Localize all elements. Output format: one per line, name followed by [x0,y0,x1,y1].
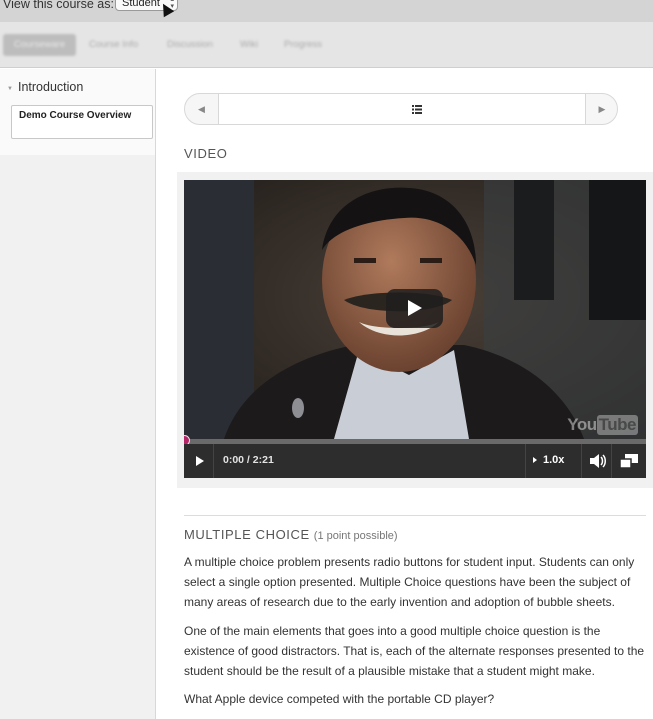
problem-description-2: One of the main elements that goes into … [184,624,645,678]
play-overlay-button[interactable] [386,289,443,328]
sequence-next-button[interactable]: ▶ [587,94,617,124]
problem-points: (1 point possible) [313,530,398,542]
speed-value: 1.0x [543,454,565,466]
course-tabs: Courseware Course Info Discussion Wiki P… [0,22,653,68]
chevron-left-icon: ◀ [198,104,205,114]
chapter-group: ▼ Introduction Demo Course Overview [0,69,155,155]
tab-wiki[interactable]: Wiki [240,34,258,56]
role-select-value: Student [122,0,160,9]
list-icon [412,105,422,114]
fullscreen-button[interactable] [612,444,646,478]
section-item-demo-course-overview[interactable]: Demo Course Overview [11,105,153,139]
problem-title: MULTIPLE CHOICE [184,527,310,542]
speed-button[interactable]: 1.0x [525,444,582,478]
play-button[interactable] [184,444,214,478]
view-as-label: View this course as: [3,0,114,11]
video-time: 0:00 / 2:21 [223,454,274,466]
section-divider [184,515,646,516]
volume-icon [590,454,606,468]
sequence-unit-tab[interactable] [218,94,586,124]
problem-description-1: A multiple choice problem presents radio… [184,555,635,609]
youtube-watermark: You Tube [567,415,638,435]
video-controls: 0:00 / 2:21 1.0x [184,444,646,478]
tab-discussion[interactable]: Discussion [167,34,213,56]
sequence-navigation: ◀ ▶ [184,93,618,125]
main-content: ◀ ▶ VIDEO You Tube 0:00 / 2:21 1.0x MULT… [157,69,653,719]
tab-courseware[interactable]: Courseware [3,34,76,56]
video-player[interactable]: You Tube 0:00 / 2:21 1.0x [184,180,646,478]
sequence-prev-button[interactable]: ◀ [185,94,218,124]
speed-triangle-icon [533,457,537,463]
tab-progress[interactable]: Progress [284,34,322,56]
problem-question: What Apple device competed with the port… [184,692,495,706]
video-module: You Tube 0:00 / 2:21 1.0x [177,172,653,488]
fullscreen-icon [619,454,638,469]
expand-triangle-icon: ▼ [7,86,13,92]
problem-heading: MULTIPLE CHOICE (1 point possible) [184,527,398,542]
chapter-title[interactable]: Introduction [18,80,83,94]
chevron-right-icon: ▶ [598,104,606,114]
view-as-bar: View this course as: Student ▴▾ [0,0,653,22]
course-navigation-sidebar: ▼ Introduction Demo Course Overview [0,69,156,719]
volume-button[interactable] [582,444,612,478]
tab-course-info[interactable]: Course Info [89,34,138,56]
video-heading: VIDEO [184,146,228,161]
